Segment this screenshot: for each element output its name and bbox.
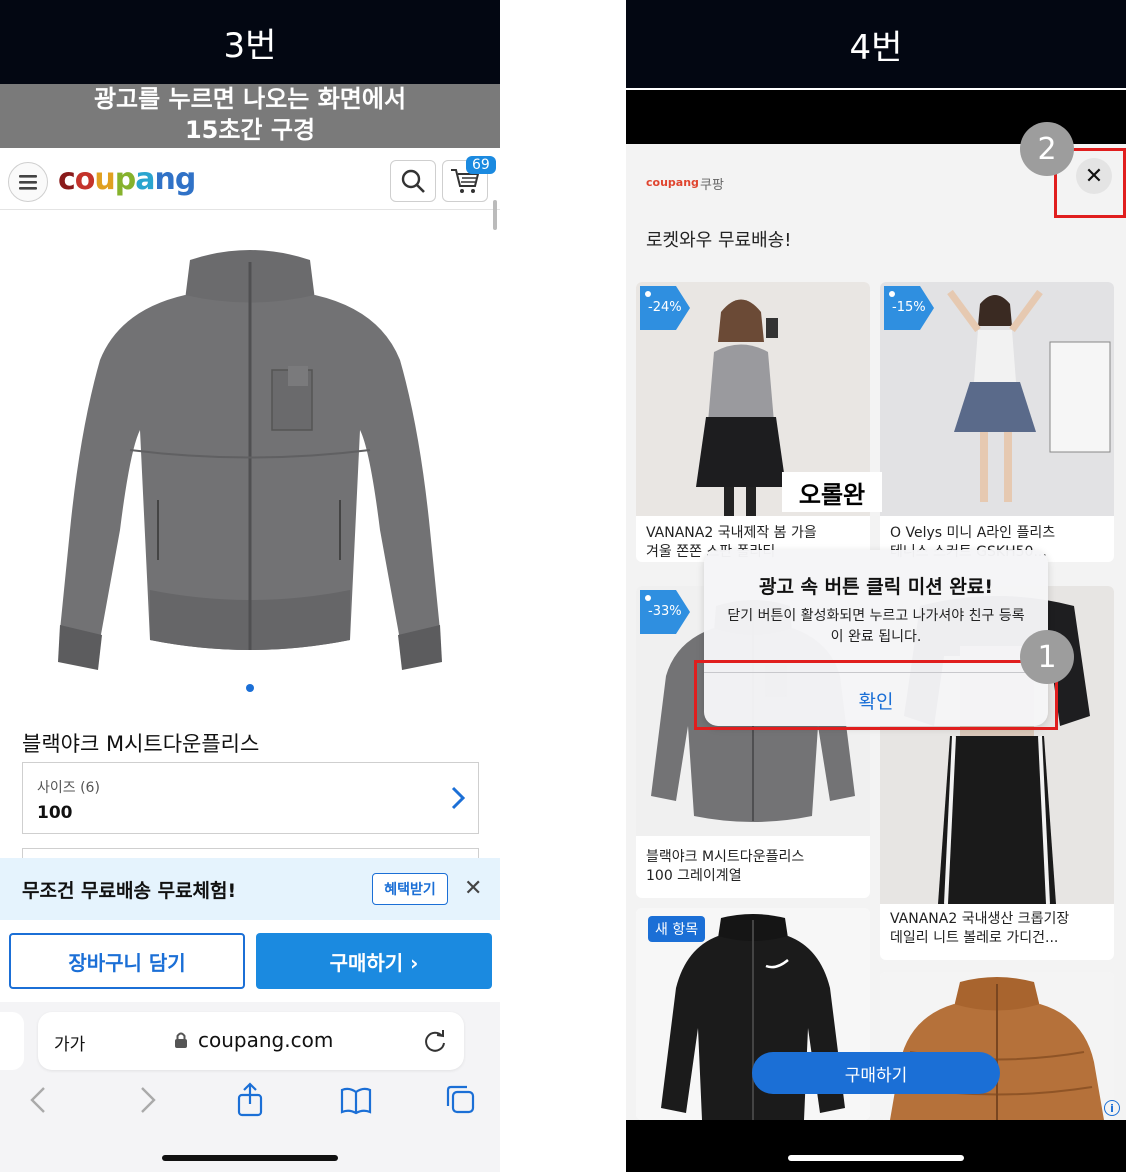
- forward-icon[interactable]: [132, 1082, 164, 1118]
- caption-line: VANANA2 국내제작 봄 가을: [646, 525, 817, 541]
- home-indicator: [788, 1155, 964, 1161]
- confirm-button-highlight: [694, 660, 1058, 730]
- home-indicator: [162, 1155, 338, 1161]
- hamburger-icon: [19, 175, 37, 190]
- address-bar[interactable]: 가가 coupang.com: [38, 1012, 464, 1070]
- product-image-puffer-jacket: [880, 972, 1114, 1120]
- product-caption: VANANA2 국내생산 크롭기장 데일리 니트 볼레로 가디건...: [890, 910, 1069, 948]
- size-option-value: 100: [37, 803, 73, 823]
- ad-headline: 로켓와우 무료배송!: [646, 230, 792, 251]
- reload-icon[interactable]: [422, 1028, 448, 1054]
- share-icon[interactable]: [234, 1082, 266, 1118]
- caption-line-2: 15초간 구경: [184, 116, 316, 144]
- promo-text: 무조건 무료배송 무료체험!: [22, 880, 237, 902]
- search-icon: [401, 169, 425, 193]
- step-4-header: 4번: [626, 0, 1126, 90]
- product-title: 블랙야크 M시트다운플리스: [22, 732, 260, 756]
- floating-buy-button[interactable]: 구매하기: [752, 1052, 1000, 1094]
- step-marker-1: 1: [1020, 630, 1074, 684]
- discount-label: -33%: [648, 604, 682, 619]
- promo-banner: 무조건 무료배송 무료체험! 혜택받기 ✕: [0, 858, 500, 920]
- text-size-button[interactable]: 가가: [54, 1030, 85, 1055]
- left-panel: 3번 광고를 누르면 나오는 화면에서 15초간 구경 coupang 69 블…: [0, 0, 500, 1172]
- coupang-header: coupang: [0, 150, 500, 210]
- search-button[interactable]: [390, 160, 436, 202]
- add-to-cart-button[interactable]: 장바구니 담기: [9, 933, 245, 989]
- previous-tab-preview[interactable]: [0, 1012, 24, 1070]
- lock-icon: [175, 1032, 187, 1048]
- instruction-caption: 광고를 누르면 나오는 화면에서 15초간 구경: [0, 84, 500, 148]
- dialog-title: 광고 속 버튼 클릭 미션 완료!: [758, 576, 994, 598]
- caption-line-1: 광고를 누르면 나오는 화면에서: [93, 85, 407, 113]
- url-text: coupang.com: [198, 1028, 334, 1052]
- page-scrollbar[interactable]: [493, 200, 497, 230]
- step-marker-2: 2: [1020, 122, 1074, 176]
- caption-line: 블랙야크 M시트다운플리스: [646, 849, 805, 865]
- info-icon[interactable]: i: [1104, 1100, 1120, 1116]
- discount-label: -15%: [892, 300, 926, 315]
- back-icon[interactable]: [24, 1082, 56, 1118]
- product-caption: 블랙야크 M시트다운플리스 100 그레이계열: [646, 848, 804, 886]
- menu-button[interactable]: [8, 162, 48, 202]
- get-benefit-button[interactable]: 혜택받기: [372, 873, 448, 905]
- buy-now-button[interactable]: 구매하기 ›: [256, 933, 492, 989]
- product-card[interactable]: -24% VANANA2 국내제작 봄 가을 겨울 쫀쫀 스판 폴라티: [636, 282, 870, 562]
- purchase-actions: 장바구니 담기 구매하기 ›: [0, 920, 500, 1002]
- chevron-right-icon: [451, 786, 466, 810]
- coupang-logo[interactable]: coupang: [58, 162, 196, 197]
- close-icon[interactable]: ✕: [464, 876, 482, 901]
- step-3-header: 3번: [0, 0, 500, 84]
- safari-toolbar: 가가 coupang.com: [0, 1002, 500, 1172]
- product-card[interactable]: -15% O Velys 미니 A라인 플리츠 테니스 스커트 GSKH50..…: [880, 282, 1114, 562]
- size-option-selector[interactable]: 사이즈 (6) 100: [22, 762, 479, 834]
- ad-brand-name: 쿠팡: [700, 178, 724, 193]
- cart-count-badge: 69: [466, 156, 496, 174]
- right-panel: 4번 coupang 쿠팡 ✕ 로켓와우 무료배송! -24% VANANA2 …: [626, 0, 1126, 1172]
- dialog-message: 닫기 버튼이 활성화되면 누르고 나가셔야 친구 등록이 완료 됩니다.: [727, 608, 1025, 645]
- image-pagination-dot[interactable]: [246, 684, 254, 692]
- caption-line: VANANA2 국내생산 크롭기장: [890, 911, 1070, 927]
- caption-line: O Velys 미니 A라인 플리츠: [890, 525, 1056, 541]
- product-card[interactable]: [880, 972, 1114, 1120]
- ad-brand-logo: coupang: [646, 176, 699, 189]
- discount-label: -24%: [648, 300, 682, 315]
- bookmarks-icon[interactable]: [340, 1082, 372, 1118]
- overlay-text-label: 오롤완: [782, 472, 882, 512]
- tabs-icon[interactable]: [444, 1082, 476, 1118]
- size-option-label: 사이즈 (6): [37, 780, 100, 796]
- product-jacket-image[interactable]: [40, 230, 460, 680]
- caption-line: 데일리 니트 볼레로 가디건...: [890, 930, 1059, 946]
- new-item-badge: 새 항목: [648, 916, 706, 942]
- caption-line: 100 그레이계열: [646, 868, 742, 884]
